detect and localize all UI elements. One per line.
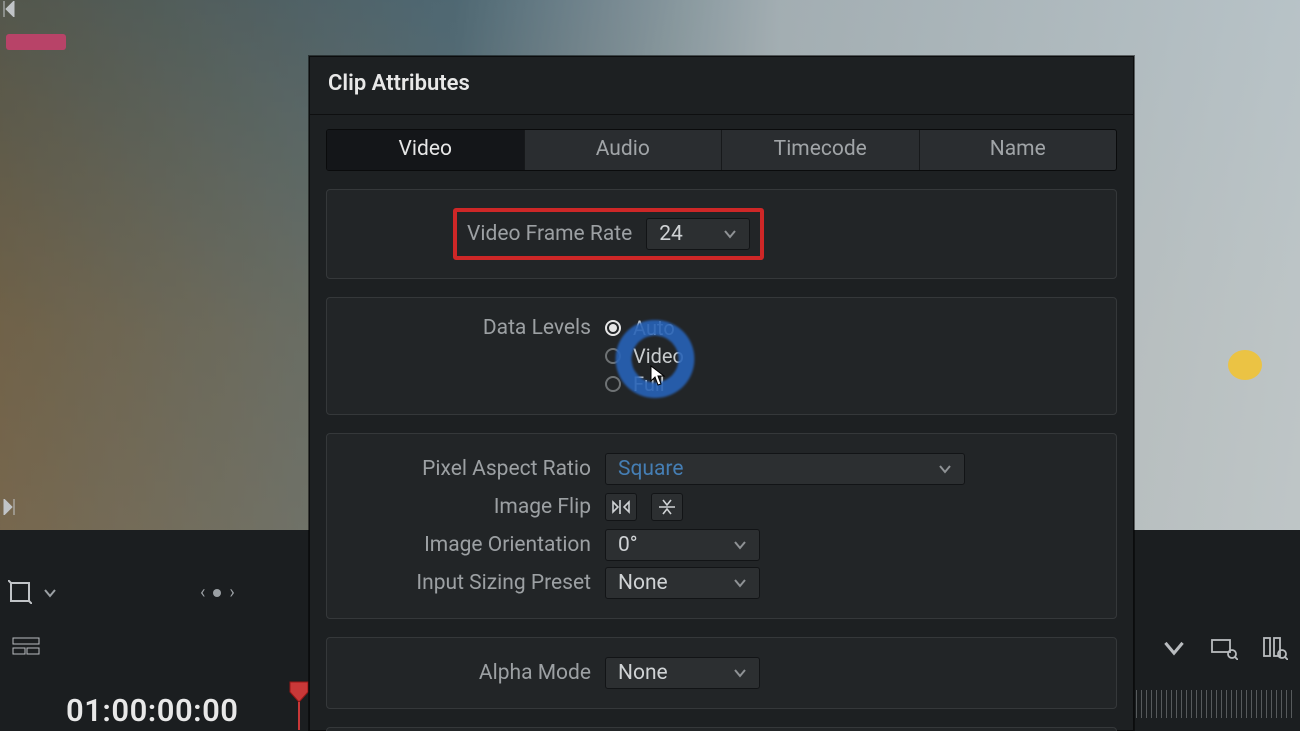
tab-timecode[interactable]: Timecode: [722, 130, 920, 170]
input-sizing-value: None: [618, 571, 668, 595]
frame-rate-select[interactable]: 24: [646, 218, 750, 250]
radio-full[interactable]: Full: [605, 372, 684, 396]
radio-icon: [605, 348, 621, 364]
page-indicator: ‹ ›: [200, 582, 235, 603]
orientation-value: 0°: [618, 533, 638, 557]
bg-shape: [6, 34, 66, 50]
pager-dot: [213, 589, 221, 597]
tab-name[interactable]: Name: [920, 130, 1117, 170]
flip-vertical-button[interactable]: [651, 493, 683, 521]
chevron-down-icon: [936, 460, 954, 478]
chevron-down-icon: [731, 536, 749, 554]
radio-auto[interactable]: Auto: [605, 316, 684, 340]
dialog-title: Clip Attributes: [310, 57, 1133, 115]
right-toolbar: [1160, 636, 1288, 664]
pager-next-icon[interactable]: ›: [229, 582, 234, 603]
flip-horizontal-button[interactable]: [605, 493, 637, 521]
panel-data-levels: Data Levels Auto Video Full: [326, 297, 1117, 415]
chevron-down-icon: [721, 225, 739, 243]
par-label: Pixel Aspect Ratio: [345, 457, 605, 481]
input-sizing-label: Input Sizing Preset: [345, 571, 605, 595]
bg-shape: [1228, 350, 1262, 380]
pager-prev-icon[interactable]: ‹: [200, 582, 205, 603]
chevron-down-icon: [731, 664, 749, 682]
timeline-playhead-icon[interactable]: [288, 680, 310, 730]
timeline-ruler[interactable]: [1136, 690, 1296, 718]
alpha-mode-label: Alpha Mode: [345, 661, 605, 685]
crop-toolbar: [8, 580, 56, 604]
input-sizing-select[interactable]: None: [605, 567, 760, 599]
crop-menu-chevron-icon[interactable]: [44, 583, 56, 602]
tab-video[interactable]: Video: [327, 130, 525, 170]
viewer-background: ‹ › 01:00:00:00 Clip Attributes Video Au…: [0, 0, 1300, 731]
next-clip-icon[interactable]: [0, 498, 18, 516]
timeline-zoom-icon[interactable]: [1210, 636, 1238, 664]
clip-attributes-dialog: Clip Attributes Video Audio Timecode Nam…: [309, 56, 1134, 731]
dialog-tabs: Video Audio Timecode Name: [326, 129, 1117, 171]
orientation-label: Image Orientation: [345, 533, 605, 557]
panel-alpha: Alpha Mode None: [326, 637, 1117, 709]
radio-video[interactable]: Video: [605, 344, 684, 368]
highlight-frame-rate: Video Frame Rate 24: [453, 208, 764, 260]
alpha-mode-select[interactable]: None: [605, 657, 760, 689]
media-bins-icon[interactable]: [12, 636, 40, 656]
chevron-down-icon: [731, 574, 749, 592]
radio-label: Full: [633, 372, 665, 396]
panel-geometry: Pixel Aspect Ratio Square Image Flip: [326, 433, 1117, 619]
timecode-display[interactable]: 01:00:00:00: [66, 692, 239, 729]
panel-frame-rate: Video Frame Rate 24: [326, 189, 1117, 279]
par-value: Square: [618, 457, 683, 481]
data-levels-group: Auto Video Full: [605, 316, 684, 396]
radio-label: Video: [633, 344, 684, 368]
panel-super-scale: Super Scale None Sharpness Medium Noise …: [326, 727, 1117, 731]
par-select[interactable]: Square: [605, 453, 965, 485]
orientation-select[interactable]: 0°: [605, 529, 760, 561]
frame-rate-label: Video Frame Rate: [467, 222, 646, 246]
radio-icon: [605, 320, 621, 336]
radio-icon: [605, 376, 621, 392]
crop-icon[interactable]: [8, 580, 32, 604]
alpha-mode-value: None: [618, 661, 668, 685]
toolbar-menu-chevron-icon[interactable]: [1160, 636, 1188, 664]
prev-clip-icon[interactable]: [0, 0, 18, 18]
frame-rate-value: 24: [659, 222, 683, 246]
tab-audio[interactable]: Audio: [525, 130, 723, 170]
timeline-fit-icon[interactable]: [1260, 636, 1288, 664]
data-levels-label: Data Levels: [345, 316, 605, 340]
image-flip-label: Image Flip: [345, 495, 605, 519]
radio-label: Auto: [633, 316, 675, 340]
